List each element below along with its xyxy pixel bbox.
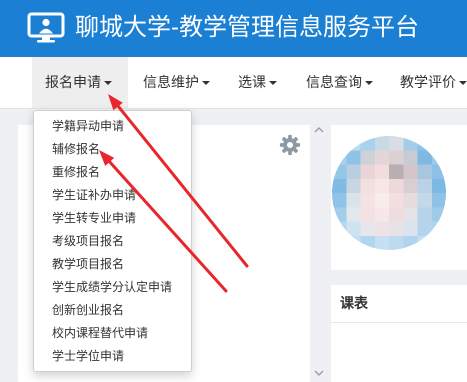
caret-down-icon bbox=[202, 81, 210, 86]
nav-item-info-maintenance[interactable]: 信息维护 bbox=[130, 57, 225, 108]
schedule-panel: 课表 bbox=[331, 285, 467, 382]
menu-item-course-substitution[interactable]: 校内课程替代申请 bbox=[34, 322, 191, 345]
nav-item-teaching-evaluation[interactable]: 教学评价 bbox=[387, 57, 467, 108]
scroll-up-icon[interactable] bbox=[314, 126, 324, 134]
monitor-user-icon bbox=[27, 12, 65, 43]
menu-item-teaching-project-registration[interactable]: 教学项目报名 bbox=[34, 253, 191, 276]
menu-item-major-transfer[interactable]: 学生转专业申请 bbox=[34, 207, 191, 230]
menu-item-minor-registration[interactable]: 辅修报名 bbox=[34, 138, 191, 161]
schedule-title: 课表 bbox=[331, 285, 467, 323]
menu-item-degree-application[interactable]: 学士学位申请 bbox=[34, 345, 191, 368]
caret-down-icon bbox=[104, 81, 112, 86]
main-nav: 报名申请 信息维护 选课 信息查询 教学评价 bbox=[0, 57, 467, 109]
scroll-down-icon[interactable] bbox=[314, 369, 324, 377]
site-title: 聊城大学-教学管理信息服务平台 bbox=[75, 14, 419, 41]
menu-item-retake-registration[interactable]: 重修报名 bbox=[34, 161, 191, 184]
top-header: 聊城大学-教学管理信息服务平台 bbox=[0, 0, 467, 57]
nav-item-label: 信息查询 bbox=[306, 74, 362, 90]
avatar bbox=[332, 136, 446, 250]
registration-dropdown-menu: 学籍异动申请 辅修报名 重修报名 学生证补办申请 学生转专业申请 考级项目报名 … bbox=[33, 110, 192, 372]
nav-item-label: 信息维护 bbox=[143, 74, 199, 90]
nav-item-info-query[interactable]: 信息查询 bbox=[293, 57, 387, 108]
caret-down-icon bbox=[365, 81, 373, 86]
menu-item-student-id-reissue[interactable]: 学生证补办申请 bbox=[34, 184, 191, 207]
nav-item-course-selection[interactable]: 选课 bbox=[225, 57, 293, 108]
menu-item-credit-recognition[interactable]: 学生成绩学分认定申请 bbox=[34, 276, 191, 299]
nav-item-label: 选课 bbox=[238, 74, 266, 90]
menu-item-status-change-application[interactable]: 学籍异动申请 bbox=[34, 115, 191, 138]
caret-down-icon bbox=[269, 81, 277, 86]
caret-down-icon bbox=[459, 81, 467, 86]
menu-item-innovation-registration[interactable]: 创新创业报名 bbox=[34, 299, 191, 322]
gear-icon[interactable] bbox=[279, 134, 301, 156]
nav-item-label: 报名申请 bbox=[45, 74, 101, 90]
nav-item-label: 教学评价 bbox=[400, 74, 456, 90]
menu-item-exam-registration[interactable]: 考级项目报名 bbox=[34, 230, 191, 253]
nav-item-registration[interactable]: 报名申请 bbox=[32, 57, 128, 108]
